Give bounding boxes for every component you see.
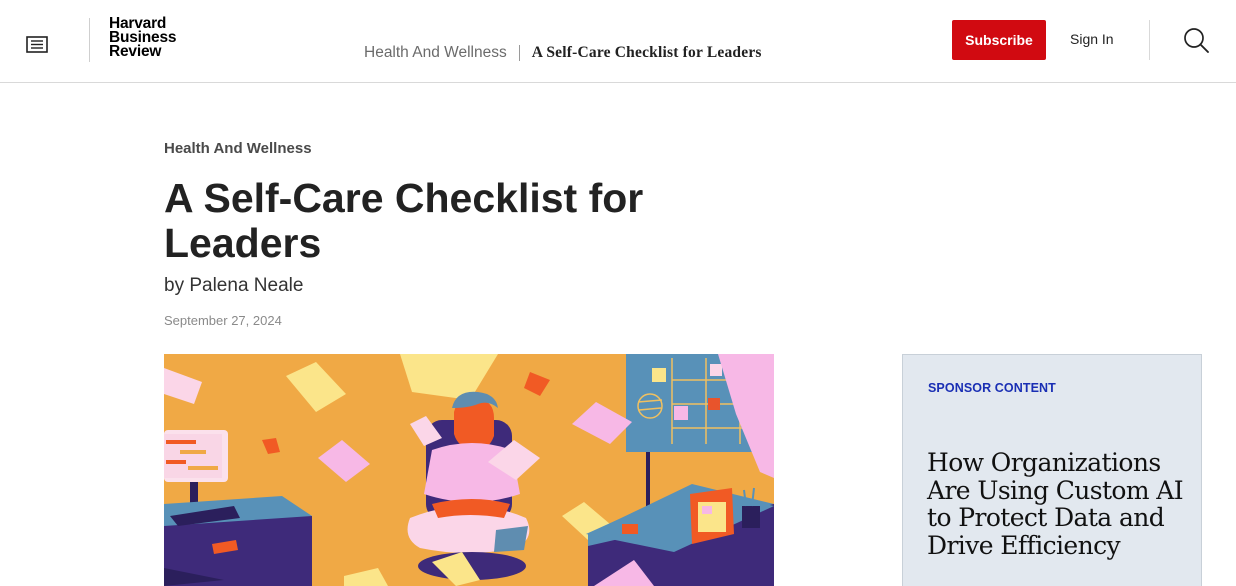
sponsor-title[interactable]: How Organizations Are Using Custom AI to… <box>927 449 1192 559</box>
article-date: September 27, 2024 <box>164 313 282 328</box>
article-byline: by Palena Neale <box>164 275 304 296</box>
breadcrumb: Health And Wellness A Self-Care Checklis… <box>364 43 762 63</box>
subscribe-button[interactable]: Subscribe <box>952 20 1046 60</box>
hero-illustration <box>164 354 774 586</box>
article-category[interactable]: Health And Wellness <box>164 140 312 157</box>
breadcrumb-separator <box>518 45 520 61</box>
hbr-logo[interactable]: Harvard Business Review <box>109 16 177 60</box>
sponsor-label: SPONSOR CONTENT <box>928 381 1056 395</box>
article-title: A Self-Care Checklist for Leaders <box>164 175 644 266</box>
logo-divider <box>89 18 90 62</box>
sponsor-card[interactable]: SPONSOR CONTENT How Organizations Are Us… <box>902 354 1202 586</box>
breadcrumb-category[interactable]: Health And Wellness <box>364 44 507 62</box>
header-divider <box>1149 20 1150 60</box>
sign-in-link[interactable]: Sign In <box>1070 31 1114 47</box>
search-icon[interactable] <box>1181 26 1211 54</box>
logo-line-3: Review <box>109 43 162 60</box>
site-header: Harvard Business Review Health And Welln… <box>0 0 1236 83</box>
breadcrumb-title: A Self-Care Checklist for Leaders <box>531 44 762 61</box>
menu-icon[interactable] <box>22 31 52 57</box>
